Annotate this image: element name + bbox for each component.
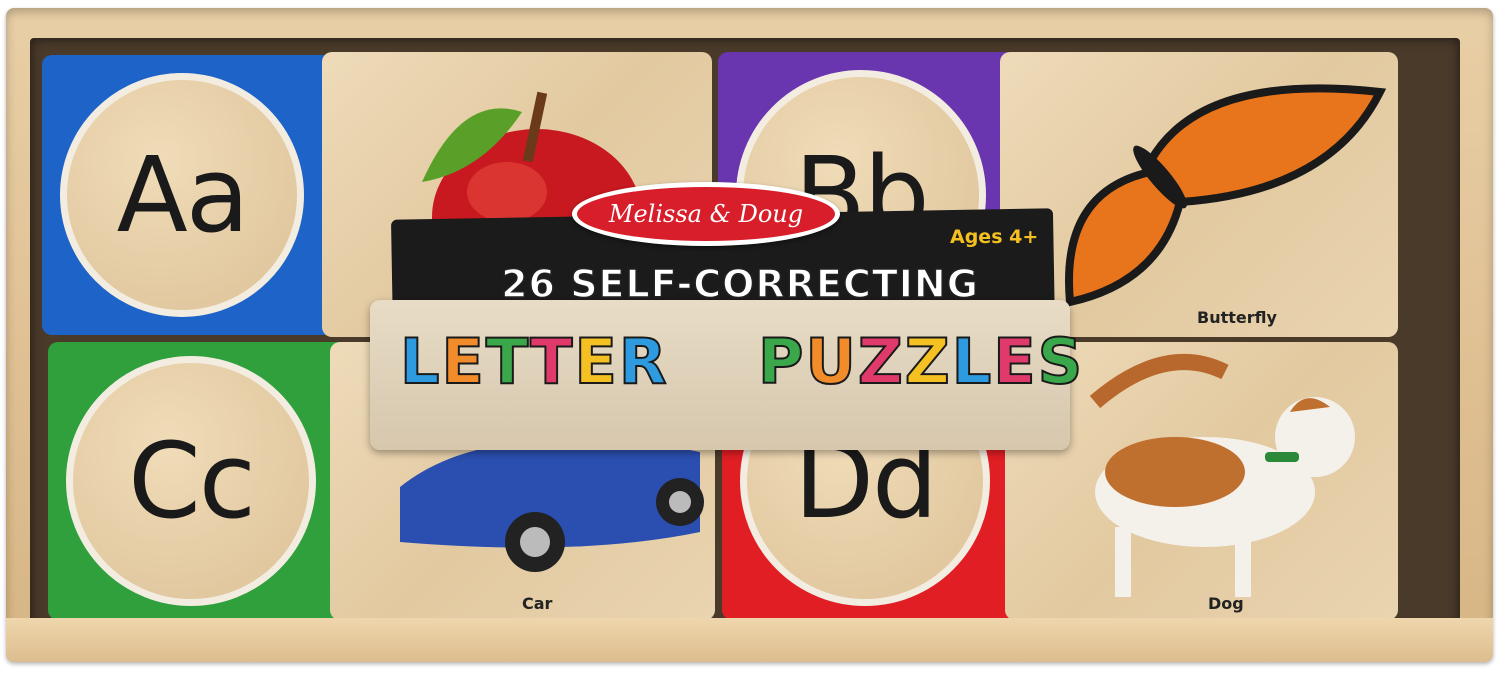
letter-c: Cc — [128, 420, 256, 542]
puzzles-word-char: Z — [904, 324, 952, 399]
puzzles-word-char: Z — [857, 324, 905, 399]
letter-word-char: R — [618, 324, 669, 399]
letter-word-char: T — [485, 324, 531, 399]
letter-circle: Cc — [66, 356, 316, 606]
puzzle-a-letter-piece: Aa — [42, 55, 352, 335]
age-rating: Ages 4+ — [950, 226, 1039, 248]
tray-front-edge — [6, 618, 1493, 662]
product-photo: Aa Bb Butterfly Cc Car Dd Dog Melissa & … — [0, 0, 1500, 693]
letter-word-char: E — [441, 324, 486, 399]
letter-word-char: L — [399, 324, 442, 399]
puzzle-b-picture-piece: Butterfly — [1000, 52, 1398, 337]
brand-name: Melissa & Doug — [608, 200, 804, 228]
letter-word-char: T — [529, 324, 575, 399]
title-word-letter: LETTER — [399, 324, 669, 399]
title-word-puzzles: PUZZLES — [757, 324, 1085, 399]
product-headline: 26 SELF-CORRECTING — [500, 261, 979, 307]
word-label-butterfly: Butterfly — [1197, 308, 1277, 327]
puzzles-word-char: S — [1037, 324, 1085, 399]
puzzles-word-char: U — [804, 324, 858, 399]
letter-circle: Aa — [60, 73, 304, 317]
brand-logo: Melissa & Doug — [572, 182, 840, 246]
puzzles-word-char: L — [951, 324, 994, 399]
letter-a: Aa — [116, 134, 250, 256]
word-label-dog: Dog — [1208, 594, 1244, 613]
butterfly-picture — [1065, 84, 1387, 307]
puzzles-word-char: E — [992, 324, 1038, 399]
word-label-car: Car — [522, 594, 553, 613]
puzzle-c-letter-piece: Cc — [48, 342, 368, 620]
letter-word-char: E — [573, 324, 619, 399]
puzzles-word-char: P — [757, 324, 806, 399]
